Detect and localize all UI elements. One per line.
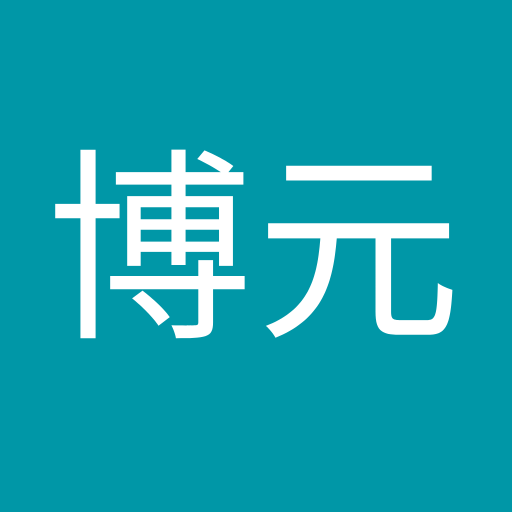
avatar: 博元 <box>0 0 512 512</box>
avatar-initials: 博元 <box>47 132 465 371</box>
